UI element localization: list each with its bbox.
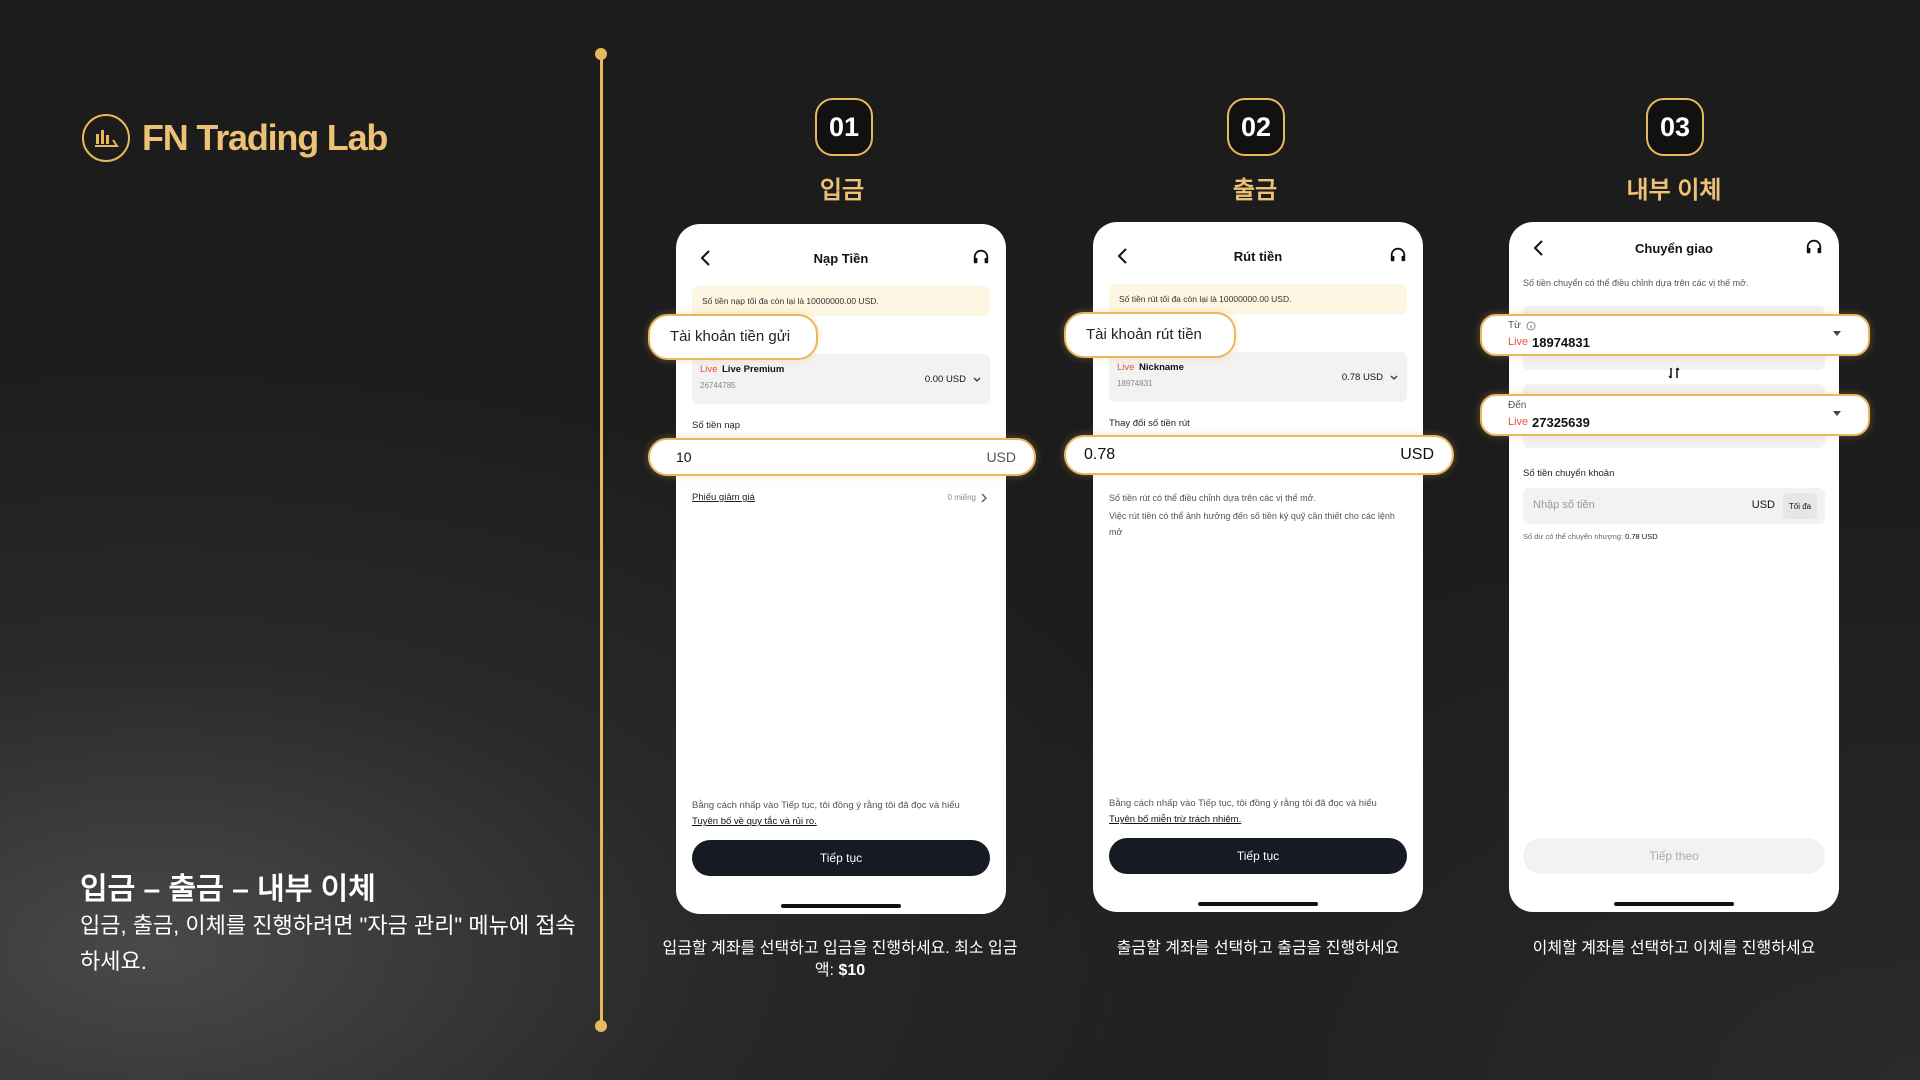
account-id: 18974831 bbox=[1117, 379, 1153, 388]
account-name: Nickname bbox=[1139, 362, 1184, 373]
to-account-id: 27325639 bbox=[1532, 415, 1590, 430]
amount-unit: USD bbox=[986, 449, 1016, 465]
step-2-caption: 출금할 계좌를 선택하고 출금을 진행하세요 bbox=[1116, 940, 1400, 957]
info-icon bbox=[1526, 321, 1536, 331]
withdraw-account-selector[interactable]: Live Nickname 18974831 0.78 USD bbox=[1109, 352, 1407, 402]
withdraw-account-highlight: Tài khoản rút tiền bbox=[1064, 312, 1236, 358]
timeline-dot-top bbox=[595, 48, 607, 60]
timeline-line bbox=[600, 54, 603, 1026]
section-title: 입금 – 출금 – 내부 이체 bbox=[80, 873, 376, 906]
step-3-badge: 03 bbox=[1646, 98, 1704, 156]
screen-title: Rút tiền bbox=[1233, 248, 1283, 264]
amount-unit: USD bbox=[1751, 499, 1775, 511]
to-label: Đến bbox=[1508, 400, 1527, 411]
amount-value: 0.78 bbox=[1084, 446, 1116, 463]
step-1-caption: 입금할 계좌를 선택하고 입금을 진행하세요. 최소 입금액: $10 bbox=[662, 940, 1018, 979]
deposit-limit-notice: Số tiền nạp tối đa còn lại là 10000000.0… bbox=[692, 286, 990, 316]
coupon-count: 0 miếng bbox=[947, 493, 976, 502]
account-balance: 0.00 USD bbox=[924, 374, 966, 385]
transfer-amount-input[interactable]: Nhập số tiền USD Tối đa bbox=[1523, 488, 1825, 524]
from-account-selector[interactable]: Từ Live 18974831 bbox=[1480, 314, 1870, 356]
home-indicator bbox=[1198, 902, 1318, 906]
timeline-dot-bottom bbox=[595, 1020, 607, 1032]
amount-value: 10 bbox=[676, 449, 692, 465]
live-tag: Live bbox=[700, 364, 718, 375]
to-live-tag: Live bbox=[1508, 416, 1529, 428]
transfer-notice: Số tiền chuyển có thể điều chỉnh dựa trê… bbox=[1523, 278, 1749, 288]
transfer-amount-label: Số tiền chuyển khoản bbox=[1523, 468, 1615, 479]
step-2-badge: 02 bbox=[1227, 98, 1285, 156]
swap-arrows-icon[interactable] bbox=[1667, 366, 1681, 380]
headset-support-icon[interactable] bbox=[972, 248, 990, 266]
amount-label: Thay đổi số tiền rút bbox=[1109, 418, 1190, 429]
brand-logo: FN Trading Lab bbox=[82, 114, 388, 162]
terms-text: Bằng cách nhấp vào Tiếp tục, tôi đồng ý … bbox=[1109, 796, 1407, 828]
withdraw-amount-input[interactable]: 0.78 USD bbox=[1064, 435, 1454, 475]
available-balance: Số dư có thể chuyển nhượng: 0.78 USD bbox=[1523, 532, 1658, 541]
from-live-tag: Live bbox=[1508, 336, 1529, 348]
account-id: 26744785 bbox=[700, 381, 736, 390]
amount-label: Số tiền nạp bbox=[692, 420, 741, 431]
continue-button[interactable]: Tiếp tục bbox=[1109, 838, 1407, 874]
step-2-title: 출금 bbox=[1232, 177, 1278, 204]
amount-placeholder: Nhập số tiền bbox=[1533, 499, 1595, 511]
step-1-title: 입금 bbox=[819, 177, 865, 204]
step-1-badge: 01 bbox=[815, 98, 873, 156]
home-indicator bbox=[781, 904, 901, 908]
live-tag: Live bbox=[1117, 362, 1135, 373]
chevron-down-icon bbox=[973, 377, 981, 382]
withdraw-limit-notice: Số tiền rút tối đa còn lại là 10000000.0… bbox=[1109, 284, 1407, 314]
section-description: 입금, 출금, 이체를 진행하려면 "자금 관리" 메뉴에 접속하세요. bbox=[80, 913, 576, 974]
screen-title: Chuyển giao bbox=[1634, 240, 1713, 256]
logo-chart-icon bbox=[82, 114, 130, 162]
to-account-selector[interactable]: Đến Live 27325639 bbox=[1480, 394, 1870, 436]
terms-link[interactable]: Tuyên bố về quy tắc và rủi ro. bbox=[692, 814, 990, 830]
dropdown-caret-icon bbox=[1833, 411, 1841, 416]
coupon-link[interactable]: Phiếu giảm giá bbox=[692, 492, 755, 503]
withdraw-info: Số tiền rút có thể điều chỉnh dựa trên c… bbox=[1109, 493, 1395, 537]
deposit-account-highlight: Tài khoản tiền gửi bbox=[648, 314, 818, 360]
terms-text: Bằng cách nhấp vào Tiếp tục, tôi đồng ý … bbox=[692, 798, 990, 830]
chevron-right-icon bbox=[981, 493, 987, 503]
home-indicator bbox=[1614, 902, 1734, 906]
step-3-title: 내부 이체 bbox=[1626, 177, 1722, 204]
amount-unit: USD bbox=[1400, 446, 1434, 463]
chevron-down-icon bbox=[1390, 375, 1398, 380]
deposit-account-selector[interactable]: Live Live Premium 26744785 0.00 USD bbox=[692, 354, 990, 404]
brand-name: FN Trading Lab bbox=[142, 117, 388, 158]
headset-support-icon[interactable] bbox=[1389, 246, 1407, 264]
terms-link[interactable]: Tuyên bố miễn trừ trách nhiệm. bbox=[1109, 812, 1407, 828]
next-button-disabled[interactable]: Tiếp theo bbox=[1523, 838, 1825, 874]
account-balance: 0.78 USD bbox=[1341, 372, 1383, 383]
account-name: Live Premium bbox=[722, 364, 785, 375]
from-label: Từ bbox=[1508, 320, 1521, 331]
dropdown-caret-icon bbox=[1833, 331, 1841, 336]
screen-title: Nạp Tiền bbox=[813, 250, 869, 266]
from-account-id: 18974831 bbox=[1532, 335, 1590, 350]
max-button[interactable]: Tối đa bbox=[1783, 493, 1817, 519]
deposit-amount-input[interactable]: 10 USD bbox=[648, 438, 1036, 476]
continue-button[interactable]: Tiếp tục bbox=[692, 840, 990, 876]
headset-support-icon[interactable] bbox=[1805, 238, 1823, 256]
step-3-caption: 이체할 계좌를 선택하고 이체를 진행하세요 bbox=[1532, 940, 1816, 957]
